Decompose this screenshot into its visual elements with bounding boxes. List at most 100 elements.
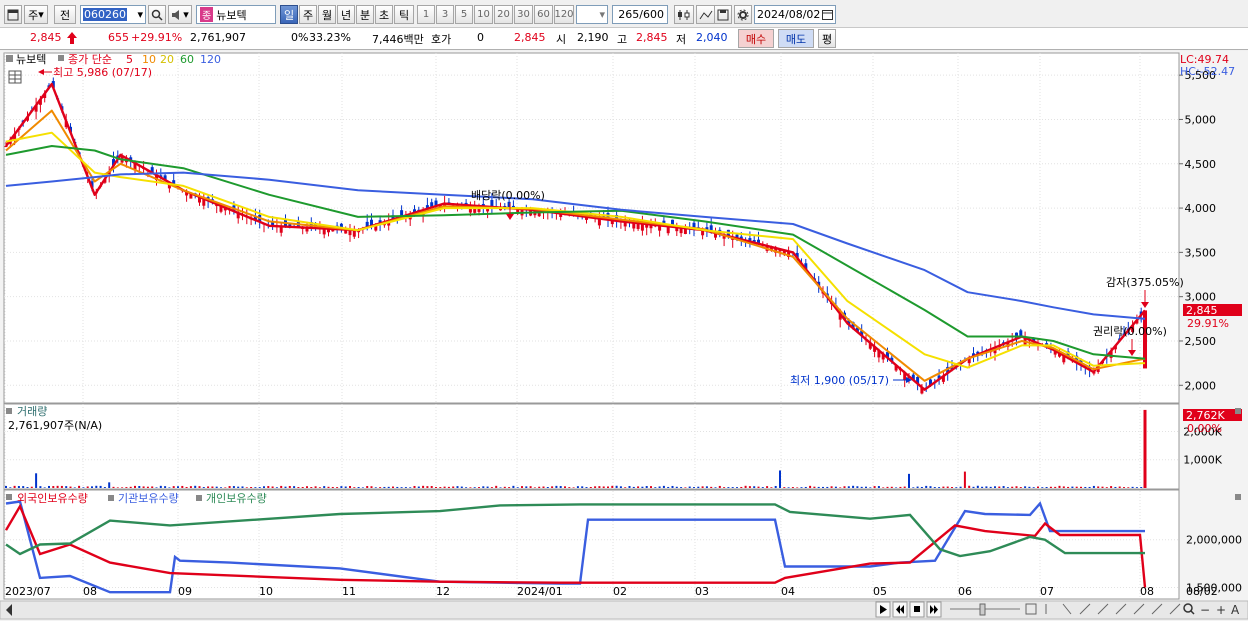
stock-chart[interactable]: 5,5005,0004,5004,0003,5003,0002,5002,000…	[0, 51, 1248, 621]
volume-pane	[3, 403, 1180, 490]
pane-handle-icon[interactable]	[6, 55, 13, 62]
volume-handle-icon[interactable]	[6, 408, 12, 414]
period-year[interactable]: 년	[337, 5, 355, 24]
x-tick-label: 2024/01	[517, 585, 563, 598]
volume-bar	[624, 487, 627, 488]
period-month[interactable]: 월	[318, 5, 336, 24]
period-week[interactable]: 주	[299, 5, 317, 24]
price-tick-label: 2,500	[1185, 335, 1217, 348]
volume-bar	[607, 486, 609, 488]
stop-icon	[914, 606, 920, 612]
volume-bar	[1135, 487, 1138, 488]
table-icon[interactable]	[8, 70, 22, 84]
low-label: 저	[676, 33, 687, 46]
x-tick-label: 07	[1040, 585, 1054, 598]
holdings-handle-icon[interactable]	[6, 494, 12, 500]
stock-code-input[interactable]: 060260 ▾	[80, 5, 146, 24]
interval-30[interactable]: 30	[514, 5, 533, 24]
volume-bar	[753, 486, 756, 488]
volume-bar	[615, 485, 618, 488]
zoom-in-button[interactable]: +	[1216, 603, 1226, 617]
period-minute[interactable]: 분	[356, 5, 374, 24]
window-menu-icon[interactable]	[4, 5, 22, 24]
volume-bar	[1058, 485, 1061, 488]
volume-bar	[198, 486, 201, 488]
volume-bar	[1114, 486, 1117, 488]
prev-button[interactable]: 전	[54, 5, 76, 24]
volume-bar	[912, 487, 915, 488]
auto-zoom-button[interactable]: A	[1231, 603, 1240, 617]
sell-button[interactable]: 매도	[778, 29, 814, 48]
volume-bar	[310, 487, 313, 488]
interval-60[interactable]: 60	[534, 5, 553, 24]
volume-bar	[392, 486, 394, 488]
x-tick-label: 06	[958, 585, 972, 598]
volume-bar	[787, 487, 790, 488]
volume-bar	[903, 486, 906, 488]
period-tick[interactable]: 틱	[394, 5, 414, 24]
volume-bar	[275, 487, 278, 488]
settings-button[interactable]	[734, 5, 752, 24]
calendar-icon[interactable]	[822, 9, 833, 20]
volume-bar	[383, 486, 386, 488]
volume-bar	[396, 486, 399, 488]
interval-20[interactable]: 20	[494, 5, 513, 24]
volume-bar	[645, 486, 648, 488]
volume-bar	[650, 486, 652, 488]
legend-foreign: 외국인보유수량	[17, 492, 88, 505]
candle-type-button[interactable]	[674, 5, 694, 24]
price-tick-label: 5,000	[1185, 113, 1217, 126]
volume-bar	[439, 487, 442, 488]
volume-bar	[779, 470, 781, 488]
interval-120[interactable]: 120	[554, 5, 574, 24]
volume-bar	[478, 487, 480, 488]
volume-bar	[159, 485, 162, 488]
price-tick-label: 3,000	[1185, 291, 1217, 304]
volume-bar	[551, 486, 554, 488]
volume-bar	[490, 487, 493, 488]
period-day[interactable]: 일	[280, 5, 298, 24]
ma-legend-label: 종가 단순	[68, 53, 112, 66]
save-button[interactable]	[714, 5, 732, 24]
volume-bar	[1097, 486, 1100, 488]
buy-button[interactable]: 매수	[738, 29, 774, 48]
volume-bar	[422, 485, 425, 488]
type-select[interactable]: 주 ▾	[24, 5, 48, 24]
volume-bar	[813, 486, 816, 488]
period-second[interactable]: 초	[375, 5, 393, 24]
holdings-pane-close-icon[interactable]	[1235, 494, 1241, 500]
horizontal-scrollbar[interactable]	[0, 600, 1248, 620]
volume-bar	[680, 487, 683, 488]
speaker-button[interactable]: ▾	[168, 5, 192, 24]
volume-bar	[1037, 486, 1039, 488]
zoom-out-button[interactable]: −	[1200, 603, 1210, 617]
count-field[interactable]: 265/600	[612, 5, 668, 24]
volume-bar	[589, 486, 592, 488]
date-field[interactable]: 2024/08/02	[754, 5, 836, 24]
interval-custom-input[interactable]: ▾	[576, 5, 608, 24]
volume-bar	[469, 487, 472, 488]
interval-10[interactable]: 10	[474, 5, 493, 24]
volume-bar	[447, 486, 450, 488]
volume-bar	[976, 485, 979, 488]
interval-3[interactable]: 3	[436, 5, 454, 24]
stock-name-field[interactable]: 종 뉴보텍	[196, 5, 276, 24]
legend-handle-icon	[58, 55, 64, 61]
gear-icon	[737, 9, 749, 20]
volume-bar	[1019, 487, 1022, 488]
search-button[interactable]	[148, 5, 166, 24]
interval-1[interactable]: 1	[417, 5, 435, 24]
volume-pane-close-icon[interactable]	[1235, 408, 1241, 414]
volume-bar	[895, 487, 898, 488]
volume-bar	[1067, 486, 1070, 488]
interval-5[interactable]: 5	[455, 5, 473, 24]
zoom-slider-handle[interactable]	[979, 603, 986, 616]
x-tick-label: 08	[83, 585, 97, 598]
volume-bar	[52, 486, 55, 488]
volume-bar	[757, 486, 760, 488]
indicator-button[interactable]	[696, 5, 716, 24]
volume-bar	[572, 487, 575, 488]
volume-bar	[108, 482, 111, 488]
volume-bar	[576, 486, 579, 488]
eval-button[interactable]: 평	[818, 29, 836, 48]
